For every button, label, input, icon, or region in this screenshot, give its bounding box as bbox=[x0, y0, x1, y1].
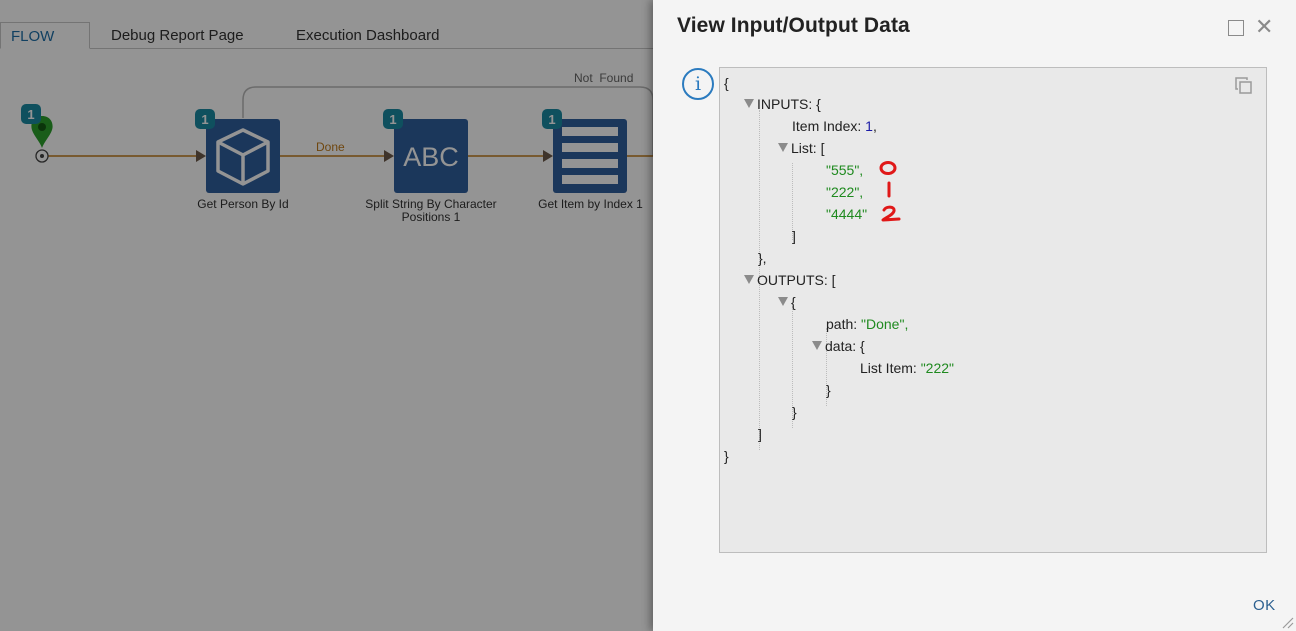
json-node-inputs[interactable]: INPUTS: { bbox=[744, 94, 821, 114]
collapse-triangle-icon[interactable] bbox=[778, 143, 788, 152]
json-line: path: "Done", bbox=[826, 316, 909, 332]
json-line: List Item: "222" bbox=[860, 360, 954, 376]
collapse-triangle-icon[interactable] bbox=[812, 341, 822, 350]
json-line: ] bbox=[792, 228, 796, 244]
json-line: } bbox=[826, 382, 831, 398]
maximize-icon[interactable] bbox=[1228, 20, 1244, 36]
annotation-index-1 bbox=[887, 181, 891, 198]
dialog-title: View Input/Output Data bbox=[677, 14, 910, 37]
json-line: { bbox=[724, 75, 729, 91]
resize-grip-icon[interactable] bbox=[1282, 617, 1294, 629]
json-list-value: "222", bbox=[826, 184, 864, 200]
json-list-value: "4444" bbox=[826, 206, 868, 222]
json-line: } bbox=[724, 448, 729, 464]
copy-icon[interactable] bbox=[1234, 76, 1256, 96]
json-viewer: { INPUTS: { Item Index: 1, List: [ "555"… bbox=[719, 67, 1267, 553]
json-node-data[interactable]: data: { bbox=[812, 336, 865, 356]
annotation-index-0 bbox=[879, 161, 897, 175]
json-node-list[interactable]: List: [ bbox=[778, 138, 824, 158]
json-node-output-item[interactable]: { bbox=[778, 292, 796, 312]
collapse-triangle-icon[interactable] bbox=[778, 297, 788, 306]
ok-button[interactable]: OK bbox=[1253, 597, 1276, 614]
json-node-outputs[interactable]: OUTPUTS: [ bbox=[744, 270, 836, 290]
json-line: ] bbox=[758, 426, 762, 442]
json-line: Item Index: 1, bbox=[792, 118, 877, 134]
collapse-triangle-icon[interactable] bbox=[744, 275, 754, 284]
info-icon: i bbox=[682, 68, 714, 100]
json-line: }, bbox=[758, 250, 767, 266]
annotation-index-2 bbox=[881, 205, 901, 222]
json-line: } bbox=[792, 404, 797, 420]
view-io-data-dialog: View Input/Output Data ✕ i { INPUTS: { I… bbox=[653, 0, 1296, 631]
json-list-value: "555", bbox=[826, 162, 864, 178]
collapse-triangle-icon[interactable] bbox=[744, 99, 754, 108]
close-icon[interactable]: ✕ bbox=[1255, 14, 1273, 40]
